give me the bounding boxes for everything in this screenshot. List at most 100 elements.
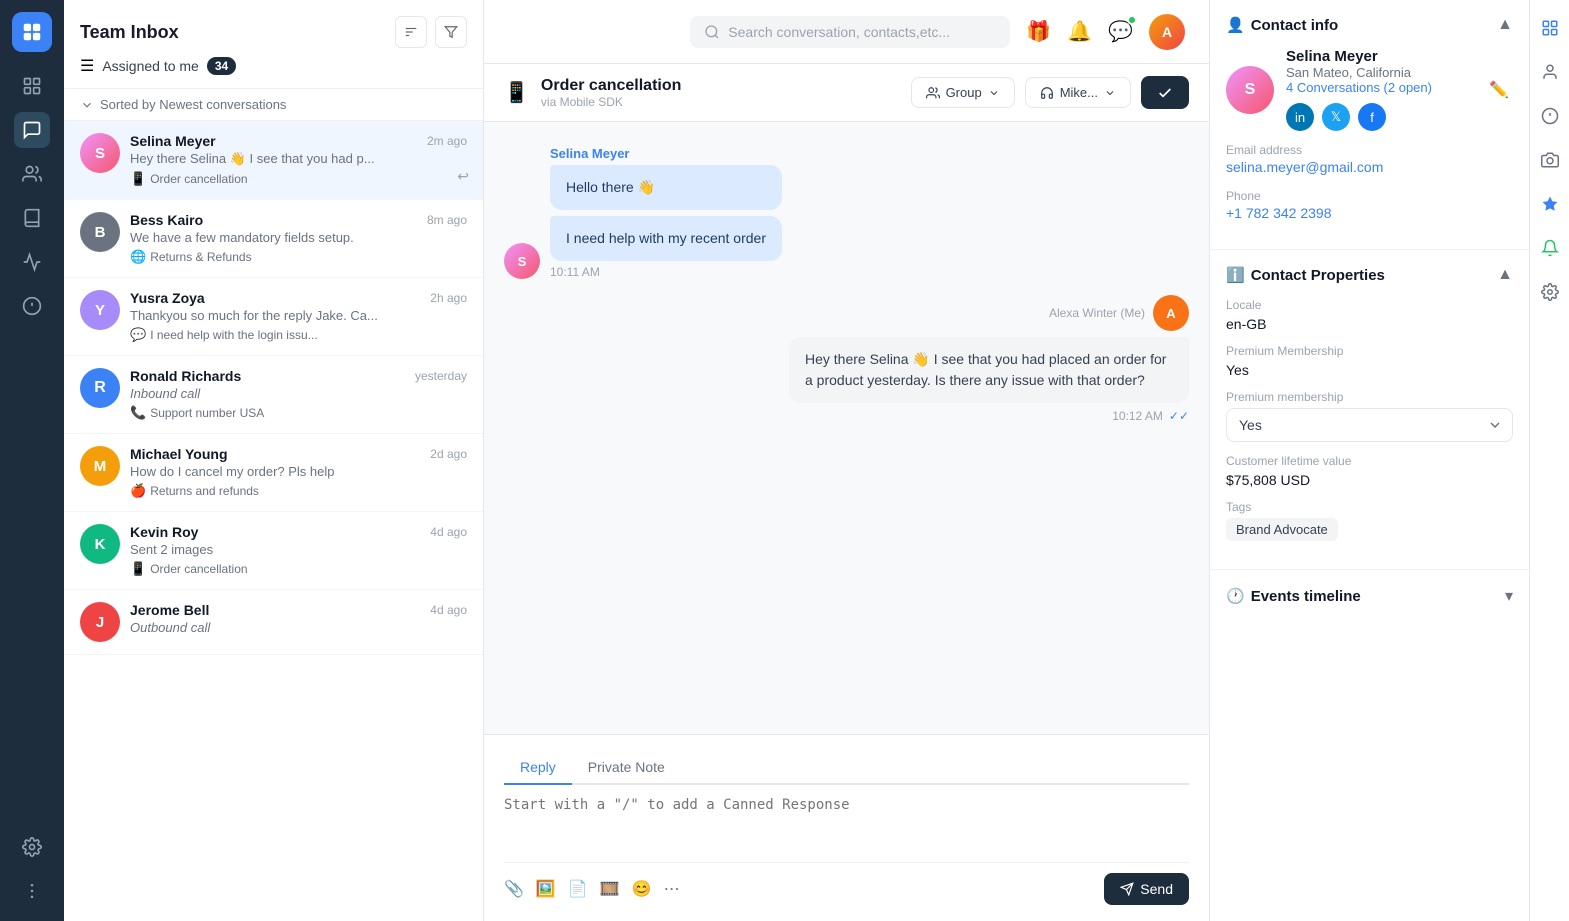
agent-name: Alexa Winter (Me) bbox=[1049, 306, 1145, 320]
search-bar[interactable]: Search conversation, contacts,etc... bbox=[690, 16, 1010, 48]
conv-preview: How do I cancel my order? Pls help bbox=[130, 464, 467, 479]
outbound-meta: Alexa Winter (Me) A bbox=[1049, 295, 1189, 331]
list-item[interactable]: R Ronald Richards yesterday Inbound call… bbox=[64, 356, 483, 434]
chat-main: Search conversation, contacts,etc... 🎁 🔔… bbox=[484, 0, 1209, 921]
right-person-icon[interactable] bbox=[1534, 56, 1566, 88]
conv-content: Michael Young 2d ago How do I cancel my … bbox=[130, 446, 467, 499]
conversations-count[interactable]: 4 Conversations (2 open) bbox=[1286, 80, 1473, 95]
nav-dots-icon[interactable] bbox=[14, 873, 50, 909]
collapse-events-button[interactable]: ▾ bbox=[1505, 586, 1513, 606]
nav-inbox-icon[interactable] bbox=[14, 112, 50, 148]
sort-icon bbox=[80, 98, 94, 112]
list-item[interactable]: Y Yusra Zoya 2h ago Thankyou so much for… bbox=[64, 278, 483, 356]
right-settings-icon[interactable] bbox=[1534, 276, 1566, 308]
group-button[interactable]: Group bbox=[911, 77, 1015, 108]
events-section: 🕐 Events timeline ▾ bbox=[1210, 570, 1529, 622]
app-icon[interactable] bbox=[12, 12, 52, 52]
sort-button[interactable] bbox=[395, 16, 427, 48]
conv-tag-label: Returns & Refunds bbox=[150, 250, 251, 264]
conv-time: 2m ago bbox=[427, 134, 467, 148]
conv-tag-label: Returns and refunds bbox=[150, 484, 259, 498]
right-circle-info-icon[interactable] bbox=[1534, 100, 1566, 132]
premium-value: Yes bbox=[1226, 362, 1513, 378]
avatar: M bbox=[80, 446, 120, 486]
panel-header: Team Inbox ☰ Assigned to me 34 bbox=[64, 0, 483, 89]
message-bubble: Hey there Selina 👋 I see that you had pl… bbox=[789, 337, 1189, 403]
read-receipt-icon: ✓✓ bbox=[1169, 409, 1189, 423]
reply-input[interactable] bbox=[504, 797, 1189, 857]
list-item[interactable]: J Jerome Bell 4d ago Outbound call bbox=[64, 590, 483, 655]
phone-value: +1 782 342 2398 bbox=[1226, 205, 1513, 221]
chat-status-icon[interactable]: 💬 bbox=[1108, 19, 1133, 44]
avatar: B bbox=[80, 212, 120, 252]
premium-membership-field: Premium Membership Yes bbox=[1226, 344, 1513, 378]
collapse-properties-button[interactable]: ▲ bbox=[1497, 266, 1513, 284]
sort-label: Sorted by Newest conversations bbox=[100, 97, 286, 112]
collapse-contact-button[interactable]: ▲ bbox=[1497, 16, 1513, 34]
bell-icon[interactable]: 🔔 bbox=[1067, 19, 1092, 44]
gif-icon[interactable]: 🎞️ bbox=[600, 879, 620, 899]
locale-field: Locale en-GB bbox=[1226, 298, 1513, 332]
conv-tag: 💬 I need help with the login issu... bbox=[130, 327, 467, 343]
section-title: 👤 Contact info bbox=[1226, 16, 1338, 34]
resolve-button[interactable] bbox=[1141, 76, 1189, 109]
conv-preview: Thankyou so much for the reply Jake. Ca.… bbox=[130, 308, 467, 323]
right-camera-icon[interactable] bbox=[1534, 144, 1566, 176]
agent-button[interactable]: Mike... bbox=[1025, 77, 1131, 108]
nav-billing-icon[interactable] bbox=[14, 288, 50, 324]
right-diamond-icon[interactable] bbox=[1534, 188, 1566, 220]
edit-contact-button[interactable]: ✏️ bbox=[1485, 76, 1513, 104]
clock-icon: 🕐 bbox=[1226, 587, 1245, 605]
attachment-icon[interactable]: 📎 bbox=[504, 879, 524, 899]
conv-content: Ronald Richards yesterday Inbound call 📞… bbox=[130, 368, 467, 421]
conversation-list: S Selina Meyer 2m ago Hey there Selina 👋… bbox=[64, 121, 483, 921]
group-label: Group bbox=[946, 85, 982, 100]
reply-icon: ↩ bbox=[457, 168, 469, 185]
send-button[interactable]: Send bbox=[1104, 873, 1189, 905]
nav-settings-icon[interactable] bbox=[14, 829, 50, 865]
filter-button[interactable] bbox=[435, 16, 467, 48]
message-time: 10:12 AM bbox=[1112, 409, 1163, 423]
contact-name: Selina Meyer bbox=[1286, 48, 1473, 65]
article-icon[interactable]: 📄 bbox=[568, 879, 588, 899]
send-label: Send bbox=[1140, 881, 1173, 897]
right-bell-icon[interactable] bbox=[1534, 232, 1566, 264]
agent-label: Mike... bbox=[1060, 85, 1098, 100]
phone-label: Phone bbox=[1226, 189, 1513, 203]
list-item[interactable]: M Michael Young 2d ago How do I cancel m… bbox=[64, 434, 483, 512]
premium-select[interactable]: Yes No bbox=[1226, 408, 1513, 442]
tab-private-note[interactable]: Private Note bbox=[572, 751, 681, 785]
conv-header-actions: Group Mike... bbox=[911, 76, 1189, 109]
conv-tag-label: Support number USA bbox=[150, 406, 264, 420]
conv-tag-label: I need help with the login issu... bbox=[150, 328, 317, 342]
image-icon[interactable]: 🖼️ bbox=[536, 879, 556, 899]
locale-label: Locale bbox=[1226, 298, 1513, 312]
list-item[interactable]: K Kevin Roy 4d ago Sent 2 images 📱 Order… bbox=[64, 512, 483, 590]
user-avatar[interactable]: A bbox=[1149, 14, 1185, 50]
email-value[interactable]: selina.meyer@gmail.com bbox=[1226, 159, 1383, 175]
linkedin-icon[interactable]: in bbox=[1286, 103, 1314, 131]
conv-content: Yusra Zoya 2h ago Thankyou so much for t… bbox=[130, 290, 467, 343]
search-icon bbox=[704, 24, 720, 40]
nav-reports-icon[interactable] bbox=[14, 244, 50, 280]
nav-contacts-icon[interactable] bbox=[14, 156, 50, 192]
more-icon[interactable]: ⋯ bbox=[664, 879, 680, 899]
conv-content: Jerome Bell 4d ago Outbound call bbox=[130, 602, 467, 639]
properties-icon: ℹ️ bbox=[1226, 266, 1245, 284]
twitter-icon[interactable]: 𝕏 bbox=[1322, 103, 1350, 131]
nav-knowledge-icon[interactable] bbox=[14, 200, 50, 236]
nav-conversations-icon[interactable] bbox=[14, 68, 50, 104]
facebook-icon[interactable]: f bbox=[1358, 103, 1386, 131]
conv-tag: 🌐 Returns & Refunds bbox=[130, 249, 467, 265]
panel-title: Team Inbox bbox=[80, 22, 179, 43]
conv-header-sub: via Mobile SDK bbox=[541, 95, 899, 109]
conversation-panel: Team Inbox ☰ Assigned to me 34 Sorted by… bbox=[64, 0, 484, 921]
list-item[interactable]: S Selina Meyer 2m ago Hey there Selina 👋… bbox=[64, 121, 483, 200]
right-info-icon[interactable] bbox=[1534, 12, 1566, 44]
tab-reply[interactable]: Reply bbox=[504, 751, 572, 785]
properties-title: ℹ️ Contact Properties bbox=[1226, 266, 1385, 284]
emoji-icon[interactable]: 😊 bbox=[632, 879, 652, 899]
list-item[interactable]: B Bess Kairo 8m ago We have a few mandat… bbox=[64, 200, 483, 278]
premium-select-label: Premium membership bbox=[1226, 390, 1513, 404]
gift-icon[interactable]: 🎁 bbox=[1026, 19, 1051, 44]
